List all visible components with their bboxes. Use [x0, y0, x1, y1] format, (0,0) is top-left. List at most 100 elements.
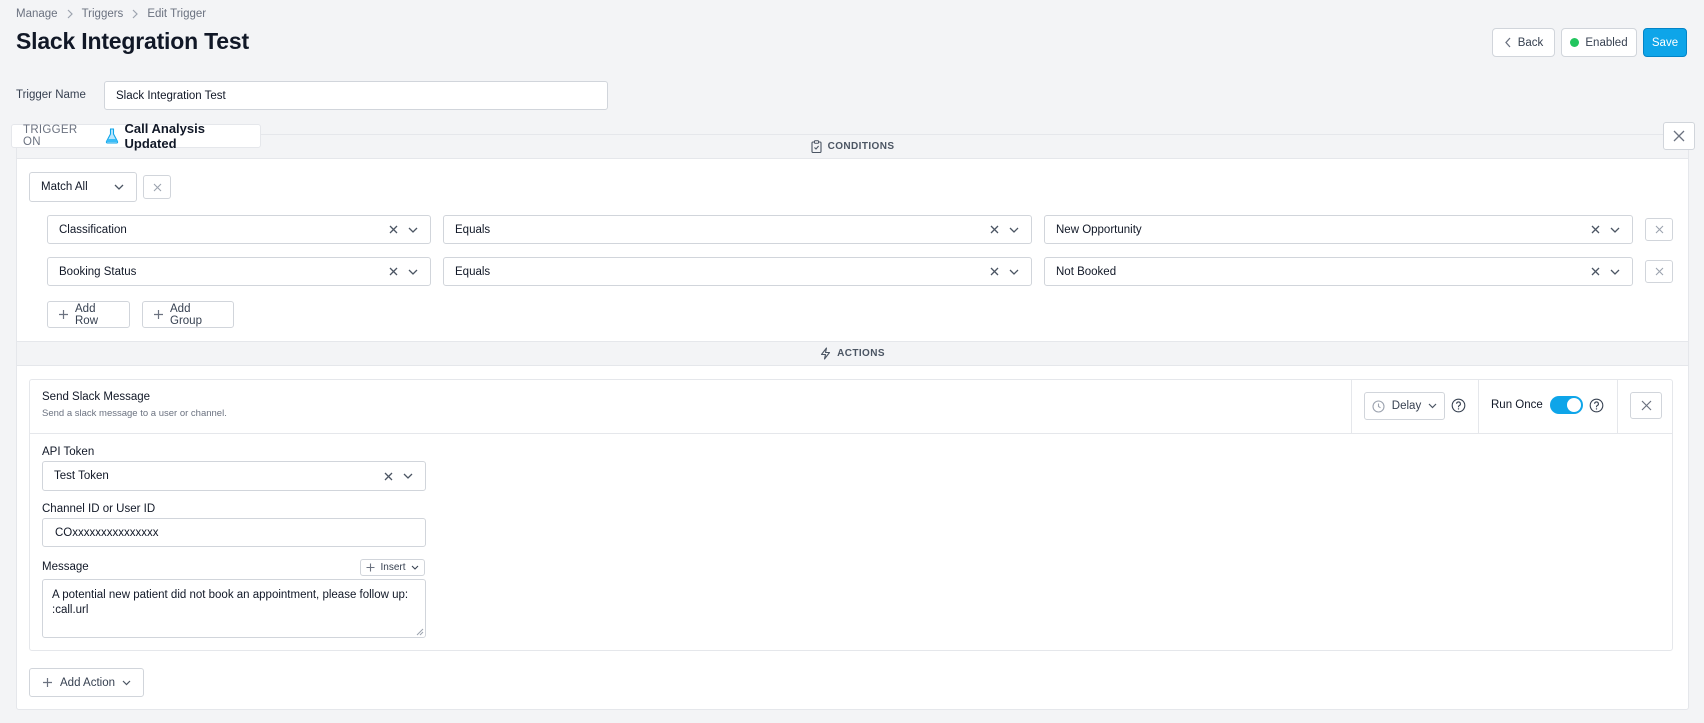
message-label: Message	[42, 561, 89, 573]
breadcrumb-item-edit-trigger: Edit Trigger	[147, 8, 207, 20]
condition-operator-value: Equals	[455, 223, 491, 236]
chevron-down-icon	[122, 680, 131, 686]
actions-header: ACTIONS	[17, 341, 1688, 366]
clear-icon[interactable]	[1591, 225, 1600, 234]
condition-value-select[interactable]: New Opportunity	[1044, 215, 1633, 244]
run-once-toggle[interactable]	[1550, 396, 1583, 414]
add-row-button[interactable]: Add Row	[47, 301, 130, 328]
api-token-select[interactable]: Test Token	[42, 461, 426, 491]
breadcrumb-item-manage[interactable]: Manage	[16, 8, 58, 20]
match-mode-select[interactable]: Match All	[29, 172, 137, 202]
chevron-down-icon	[408, 227, 418, 233]
add-action-button[interactable]: Add Action	[29, 668, 144, 697]
remove-action-button[interactable]	[1630, 392, 1662, 419]
divider	[1351, 380, 1352, 433]
clear-icon[interactable]	[990, 267, 999, 276]
clear-icon[interactable]	[1591, 267, 1600, 276]
action-card-divider	[30, 433, 1672, 434]
condition-operator-value: Equals	[455, 265, 491, 278]
plus-icon	[42, 677, 53, 688]
chevron-down-icon	[1610, 227, 1620, 233]
conditions-header: CONDITIONS	[17, 134, 1688, 159]
channel-id-input[interactable]: COxxxxxxxxxxxxxxx	[42, 518, 426, 547]
condition-operator-select[interactable]: Equals	[443, 215, 1032, 244]
delay-label: Delay	[1391, 400, 1422, 412]
clear-icon[interactable]	[389, 267, 398, 276]
chevron-down-icon	[408, 269, 418, 275]
toggle-knob	[1567, 398, 1581, 412]
plus-icon	[366, 563, 375, 572]
remove-condition-button[interactable]	[1645, 218, 1673, 241]
message-textarea[interactable]: A potential new patient did not book an …	[42, 579, 426, 638]
add-group-button[interactable]: Add Group	[142, 301, 234, 328]
run-once-help-icon[interactable]	[1589, 398, 1604, 413]
condition-field-value: Booking Status	[59, 265, 137, 278]
chevron-down-icon	[114, 184, 124, 190]
delay-button[interactable]: Delay	[1364, 392, 1445, 420]
resize-handle-icon[interactable]	[416, 628, 424, 636]
status-dot-icon	[1570, 38, 1580, 47]
condition-field-select[interactable]: Classification	[47, 215, 431, 244]
close-icon	[1641, 400, 1652, 411]
clipboard-check-icon	[811, 140, 822, 153]
chevron-down-icon	[403, 473, 413, 479]
match-mode-value: Match All	[41, 181, 88, 193]
action-title: Send Slack Message	[42, 391, 151, 403]
chevron-right-icon	[66, 9, 74, 19]
insert-button[interactable]: Insert	[360, 559, 425, 576]
actions-label: ACTIONS	[837, 348, 885, 359]
remove-group-button[interactable]	[143, 175, 171, 199]
flask-icon	[105, 128, 119, 144]
clear-icon[interactable]	[389, 225, 398, 234]
divider	[1478, 380, 1479, 433]
plus-icon	[153, 309, 164, 320]
trigger-on-label: TRIGGER ON	[23, 124, 78, 148]
close-trigger-button[interactable]	[1663, 122, 1695, 150]
chevron-down-icon	[1428, 403, 1437, 409]
remove-condition-button[interactable]	[1645, 260, 1673, 283]
clear-icon[interactable]	[990, 225, 999, 234]
breadcrumb-item-triggers[interactable]: Triggers	[82, 8, 124, 20]
trigger-name-input[interactable]: Slack Integration Test	[104, 81, 608, 110]
enabled-label: Enabled	[1585, 36, 1628, 49]
trigger-name-label: Trigger Name	[16, 89, 86, 101]
close-icon	[1655, 225, 1664, 234]
chevron-down-icon	[1610, 269, 1620, 275]
back-button-label: Back	[1517, 36, 1544, 49]
api-token-label: API Token	[42, 446, 95, 458]
insert-label: Insert	[380, 562, 406, 573]
page-title: Slack Integration Test	[16, 28, 249, 54]
breadcrumb: Manage Triggers Edit Trigger	[16, 7, 206, 21]
chevron-right-icon	[131, 9, 139, 19]
condition-value-value: Not Booked	[1056, 265, 1117, 278]
run-once-label: Run Once	[1491, 399, 1543, 411]
chevron-down-icon	[411, 565, 419, 570]
enabled-status-button[interactable]: Enabled	[1561, 28, 1637, 57]
action-description: Send a slack message to a user or channe…	[42, 408, 227, 419]
back-button[interactable]: Back	[1492, 28, 1555, 57]
close-icon	[1673, 130, 1685, 142]
divider	[1617, 380, 1618, 433]
clear-icon[interactable]	[384, 472, 393, 481]
trigger-on-value: Call Analysis Updated	[124, 121, 205, 151]
add-action-label: Add Action	[60, 676, 115, 689]
conditions-label: CONDITIONS	[827, 141, 895, 152]
chevron-down-icon	[1009, 227, 1019, 233]
delay-help-icon[interactable]	[1451, 398, 1466, 413]
chevron-down-icon	[1009, 269, 1019, 275]
add-group-label: Add Group	[170, 302, 202, 327]
clock-icon	[1372, 399, 1385, 413]
condition-field-select[interactable]: Booking Status	[47, 257, 431, 286]
condition-field-value: Classification	[59, 223, 127, 236]
condition-operator-select[interactable]: Equals	[443, 257, 1032, 286]
chevron-left-icon	[1504, 37, 1512, 48]
trigger-on-badge[interactable]: TRIGGER ON Call Analysis Updated	[11, 121, 261, 151]
save-button[interactable]: Save	[1643, 28, 1687, 57]
api-token-value: Test Token	[54, 470, 109, 482]
add-row-label: Add Row	[75, 302, 99, 327]
plus-icon	[58, 309, 69, 320]
channel-id-label: Channel ID or User ID	[42, 503, 156, 515]
close-icon	[153, 183, 162, 192]
condition-value-select[interactable]: Not Booked	[1044, 257, 1633, 286]
bolt-icon	[820, 347, 831, 360]
